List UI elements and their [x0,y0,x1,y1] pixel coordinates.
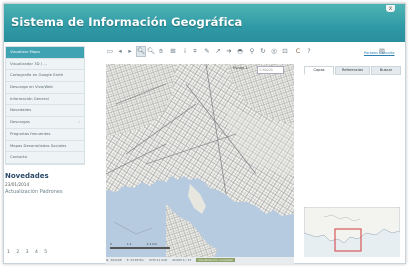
news-date: 23/01/2014 [5,181,30,187]
projection-label: UTM 21 SUR [148,258,168,262]
scale-tick: 1.1 [126,242,132,246]
sidebar-item-descargas[interactable]: Descargas › [6,117,84,129]
sidebar-item-descarga-vivo[interactable]: Descarga en Vivo/Web [6,82,84,94]
zoom-out-icon[interactable]: 🔍︎ [147,47,155,56]
news-pager: 1 2 3 4 5 [7,250,50,255]
map-canvas[interactable]: 0 1.1 2.1 km [106,64,294,257]
page-link[interactable]: 3 [26,250,31,255]
news-title: Novedades [5,171,49,180]
sidebar-item-label: Descargas [10,119,30,125]
target-icon[interactable]: ◎ [270,47,278,56]
page-link[interactable]: 5 [44,250,49,255]
map-toolbar: ▭ ◂ ▸ 🔍︎ 🔍︎ ✋︎ ⊞ i ⌗ ✎ ↗ ➔ ◓ ⚲ ↻ ◎ ⊡ C ?… [106,46,401,58]
select-icon[interactable]: ➔ [225,47,233,56]
tab-capas[interactable]: Capas [304,66,334,75]
help-icon[interactable]: ? [305,47,313,56]
measure-icon[interactable]: ⌗ [191,47,199,56]
page-link[interactable]: 2 [16,250,21,255]
sidebar-menu: Visualizar Mapa Visualizador 3D / ... Ca… [5,46,85,165]
scale-bar: 0 1.1 2.1 km [110,242,170,249]
draw-icon[interactable]: ✎ [203,47,211,56]
sidebar-item-google-earth[interactable]: Cartografía en Google Earth [6,70,84,83]
zoom-level: ZOOM 9 / 23 [172,258,192,262]
sidebar-item-preguntas[interactable]: Preguntas frecuentes [6,129,84,141]
page-link[interactable]: 4 [35,250,40,255]
sidebar-item-visualizar-mapa[interactable]: Visualizar Mapa [6,47,84,59]
buffer-icon[interactable]: ◓ [236,47,244,56]
layers-icon[interactable]: ⊡ [281,47,289,56]
news-link[interactable]: Actualización Padrones [5,189,85,195]
scale-label: Escala 1: [233,66,249,70]
back-icon[interactable]: ◂ [116,47,124,56]
coord-north: N: 302268 [106,258,122,262]
app-title: Sistema de Información Geográfica [11,15,243,29]
print-link[interactable]: Portales Consulta [364,51,394,55]
chevron-right-icon: › [78,119,80,125]
zoom-extent-icon[interactable]: ▭ [106,47,114,56]
page-link[interactable]: 1 [7,250,12,255]
scale-tick: 2.1 km [146,242,158,246]
scale-input[interactable]: 1:50000 [257,66,284,74]
sidebar: Visualizar Mapa Visualizador 3D / ... Ca… [5,46,85,255]
city-map [106,64,294,257]
forward-icon[interactable]: ▸ [126,47,134,56]
zoom-in-icon[interactable]: 🔍︎ [136,46,146,57]
sidebar-item-visualizador[interactable]: Visualizador 3D / ... [6,59,84,71]
sidebar-item-mapas-sociales[interactable]: Mapas Desarrollados Sociales [6,141,84,153]
overview-map[interactable] [304,207,400,257]
refresh-icon[interactable]: C [294,47,302,56]
zoom-box-icon[interactable]: ⊞ [169,47,177,56]
sidebar-item-contacto[interactable]: Contacto [6,152,84,164]
tab-referencias[interactable]: Referencias [335,66,370,75]
info-icon[interactable]: i [181,47,189,56]
link-icon[interactable]: ⚲ [248,47,256,56]
scale-line [110,247,170,249]
sidebar-item-novedades[interactable]: Novedades [6,105,84,118]
close-icon[interactable]: x [386,5,395,12]
rotate-icon[interactable]: ↻ [259,47,267,56]
tab-buscar[interactable]: Buscar [371,66,401,75]
overview-map-graphic [304,207,400,257]
status-badge: Visualización completa [196,258,235,262]
pan-icon[interactable]: ✋︎ [157,47,165,56]
panel-tabs: Capas Referencias Buscar [302,66,402,75]
sidebar-item-informacion[interactable]: Información General [6,94,84,106]
coord-east: E: 6138761 [126,258,144,262]
pin-icon[interactable]: ↗ [214,47,222,56]
app-header: Sistema de Información Geográfica x [4,4,405,42]
scale-tick: 0 [110,242,112,246]
map-statusbar: N: 302268 E: 6138761 UTM 21 SUR ZOOM 9 /… [106,257,294,264]
